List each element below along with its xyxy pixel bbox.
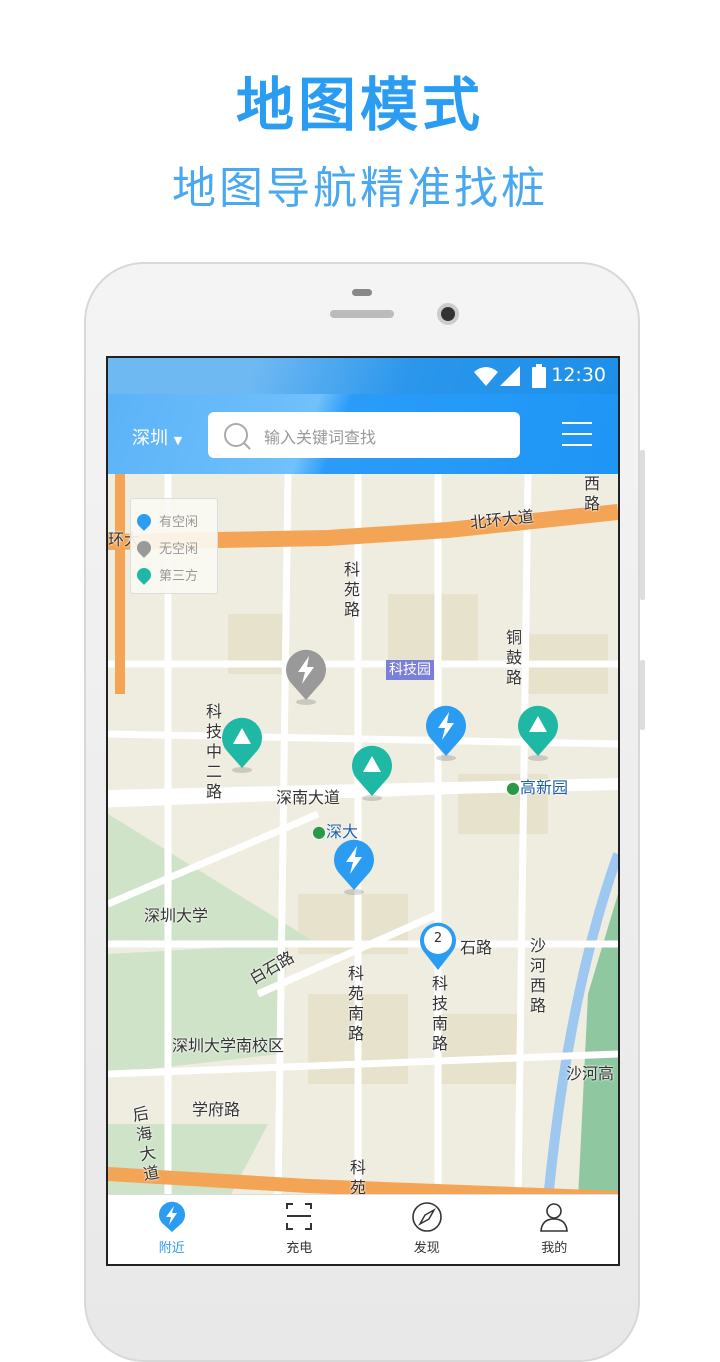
phone-speaker	[330, 310, 394, 318]
map-label: 科技南路	[432, 974, 449, 1053]
map-legend: 有空闲 无空闲 第三方	[130, 498, 218, 594]
city-label: 深圳	[132, 428, 168, 449]
wifi-icon	[474, 367, 498, 386]
map-label: 科苑南路	[348, 964, 365, 1043]
legend-label: 有空闲	[159, 515, 199, 530]
phone-camera	[437, 303, 459, 325]
user-icon	[540, 1203, 569, 1232]
map-label-poi: 科技园	[386, 660, 434, 680]
tab-discover[interactable]: 发现	[363, 1195, 491, 1264]
promo-subtitle: 地图导航精准找桩	[172, 163, 548, 214]
chevron-down-icon: ▼	[173, 434, 183, 447]
map-label: 沙河西路	[530, 936, 547, 1015]
search-placeholder: 输入关键词查找	[264, 428, 377, 447]
lightning-pin-icon	[134, 510, 154, 531]
map-label: 西路	[584, 474, 601, 513]
status-bar: 12:30	[108, 358, 618, 394]
signal-icon	[500, 366, 520, 386]
lightning-pin-icon	[134, 537, 154, 558]
search-icon	[224, 423, 251, 450]
map[interactable]: 北环大道 西路 环大 科苑路 科技园 铜鼓路 科技中二路 深南大道 ●高新园 ●…	[108, 474, 618, 1200]
side-button	[640, 450, 645, 600]
legend-label: 第三方	[159, 569, 199, 584]
map-label-station: ●高新园	[506, 778, 568, 797]
lightning-pin-icon	[158, 1201, 185, 1232]
tab-charge[interactable]: 充电	[236, 1195, 364, 1264]
map-label: 铜鼓路	[506, 628, 523, 687]
battery-icon	[532, 364, 546, 388]
available-charger-pin[interactable]	[332, 838, 376, 895]
legend-item-available: 有空闲	[134, 507, 211, 534]
city-selector[interactable]: 深圳 ▼	[132, 424, 182, 450]
tab-nearby[interactable]: 附近	[108, 1195, 236, 1264]
tab-label: 我的	[541, 1241, 568, 1256]
busy-charger-pin[interactable]	[284, 648, 328, 705]
map-label: 科苑	[350, 1158, 367, 1197]
map-label: 深圳大学	[144, 906, 209, 925]
map-label: 深南大道	[276, 788, 341, 807]
cluster-count: 2	[433, 931, 443, 946]
side-button	[640, 660, 645, 730]
third-party-pin[interactable]	[350, 744, 394, 801]
third-party-pin[interactable]	[516, 704, 560, 761]
menu-icon[interactable]	[562, 422, 592, 446]
promo-title: 地图模式	[235, 71, 484, 139]
search-input[interactable]: 输入关键词查找	[208, 412, 520, 458]
map-label: 沙河高	[566, 1064, 615, 1083]
tab-label: 附近	[158, 1241, 185, 1256]
map-label: 学府路	[192, 1100, 241, 1119]
map-label: 科苑路	[344, 560, 361, 619]
legend-item-third-party: 第三方	[134, 561, 211, 588]
station-name: 高新园	[519, 778, 568, 797]
tab-label: 发现	[413, 1241, 440, 1256]
cluster-pin[interactable]: 2	[416, 918, 460, 972]
scan-icon	[286, 1203, 313, 1230]
legend-label: 无空闲	[159, 542, 199, 557]
triangle-pin-icon	[134, 564, 154, 585]
compass-icon	[411, 1202, 442, 1232]
tab-mine[interactable]: 我的	[491, 1195, 619, 1264]
app-bar: 深圳 ▼ 输入关键词查找	[108, 394, 618, 474]
phone-sensor	[352, 289, 372, 296]
third-party-pin[interactable]	[220, 716, 264, 773]
available-charger-pin[interactable]	[424, 704, 468, 761]
map-label: 深圳大学南校区	[172, 1036, 285, 1055]
map-label: 石路	[460, 938, 493, 957]
screen: 12:30 深圳 ▼ 输入关键词查找 北环大道 西路 环大 科苑路 科技园 铜鼓…	[106, 356, 620, 1266]
legend-item-busy: 无空闲	[134, 534, 211, 561]
tab-label: 充电	[286, 1241, 313, 1256]
bottom-tab-bar: 附近 充电 发现 我的	[108, 1194, 618, 1264]
status-time: 12:30	[551, 364, 606, 386]
